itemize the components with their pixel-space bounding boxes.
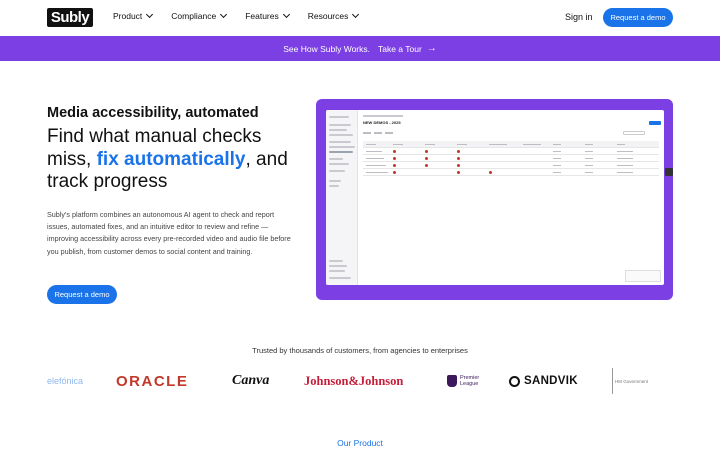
app-folder-title: NEW DEMOS - 2025: [363, 120, 401, 125]
nav-item-label: Resources: [307, 11, 349, 21]
sandvik-logo: SANDVIK: [509, 368, 578, 394]
hero-description: Subly's platform combines an autonomous …: [47, 210, 291, 256]
sandvik-mark-icon: [509, 375, 520, 387]
premier-league-crest-icon: [447, 375, 457, 387]
sandvik-wordmark: SANDVIK: [524, 375, 578, 387]
nav-item-label: Product: [113, 11, 143, 21]
telefonica-logo: elefónica: [47, 376, 84, 386]
app-sidebar: [326, 110, 358, 285]
request-demo-button[interactable]: Request a demo: [603, 8, 673, 27]
hero-headline: Find what manual checks miss, fix automa…: [47, 126, 307, 194]
take-tour-label: Take a Tour: [377, 43, 422, 54]
johnson-johnson-logo: Johnson&Johnson: [304, 373, 404, 388]
chevron-down-icon: [282, 10, 290, 19]
app-main: NEW DEMOS - 2025: [358, 110, 664, 285]
subly-logo[interactable]: Subly: [47, 8, 93, 27]
our-product-heading: Our Product: [337, 438, 383, 448]
hero-kicker: Media accessibility, automated: [47, 105, 259, 121]
screenshot-side-handle: [665, 168, 673, 176]
arrow-right-icon: →: [426, 43, 437, 54]
nav-item-product[interactable]: Product: [113, 10, 154, 21]
chevron-down-icon: [220, 10, 228, 19]
headline-accent: fix automatically: [96, 148, 246, 170]
hm-government-logo: HM Government: [612, 368, 648, 394]
premier-league-wordmark: Premier League: [460, 375, 479, 387]
product-screenshot: NEW DEMOS - 2025: [326, 110, 664, 285]
sign-in-link[interactable]: Sign in: [565, 12, 593, 22]
nav-item-compliance[interactable]: Compliance: [171, 10, 228, 21]
canva-logo: Canva: [232, 373, 270, 388]
nav-item-resources[interactable]: Resources: [307, 10, 360, 21]
premier-league-text-2: League: [460, 381, 479, 387]
promo-banner: See How Subly Works. Take a Tour →: [0, 36, 720, 61]
app-tabs: [363, 132, 403, 135]
take-tour-link[interactable]: Take a Tour →: [378, 43, 437, 54]
app-breadcrumb: [363, 115, 403, 117]
app-media-table: [363, 141, 659, 176]
customer-logos: elefónica ORACLE Canva Johnson&Johnson P…: [0, 368, 720, 394]
oracle-logo: ORACLE: [116, 372, 189, 390]
app-search: [623, 131, 645, 135]
nav-item-label: Compliance: [171, 11, 217, 21]
banner-text: See How Subly Works.: [283, 43, 370, 54]
nav-item-label: Features: [245, 11, 279, 21]
product-screenshot-frame: NEW DEMOS - 2025: [316, 99, 673, 300]
premier-league-logo: Premier League: [447, 368, 479, 394]
nav-item-features[interactable]: Features: [245, 10, 290, 21]
trusted-by-text: Trusted by thousands of customers, from …: [252, 346, 468, 355]
nav-menu: Product Compliance Features Resources: [113, 10, 377, 21]
hero-request-demo-button[interactable]: Request a demo: [47, 285, 117, 304]
app-upload-button: [649, 121, 661, 125]
app-upload-status: [625, 270, 661, 282]
chevron-down-icon: [146, 10, 154, 19]
top-nav: Subly Product Compliance Features Resour…: [0, 0, 720, 36]
chevron-down-icon: [352, 10, 360, 19]
